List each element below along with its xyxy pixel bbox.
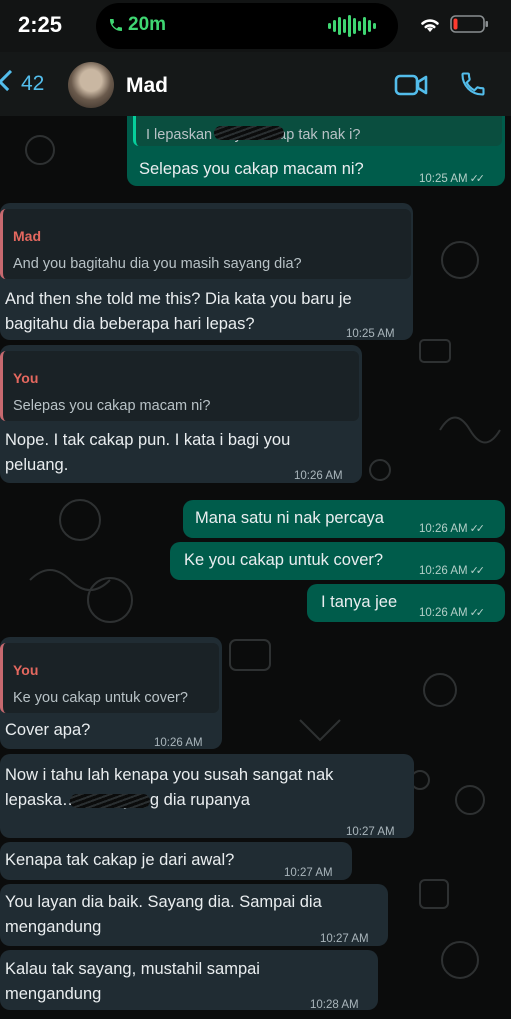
message-time: 10:26 AM ✓✓ — [419, 516, 486, 543]
message-time: 10:26 AM — [154, 737, 203, 749]
message-time: 10:25 AM — [346, 328, 395, 340]
message-text: Mana satu ni nak percaya — [195, 509, 384, 527]
contact-name[interactable]: Mad — [126, 74, 168, 98]
read-receipt-icon: ✓✓ — [469, 565, 486, 577]
message-incoming[interactable]: Mad And you bagitahu dia you masih sayan… — [0, 203, 413, 340]
phone-icon — [110, 19, 122, 31]
quote-author: Mad — [13, 228, 41, 244]
message-time: 10:27 AM — [320, 933, 369, 945]
status-bar: 2:25 20m — [0, 0, 511, 52]
message-incoming[interactable]: You layan dia baik. Sayang dia. Sampai d… — [0, 884, 388, 946]
message-time-value: 10:26 AM — [419, 523, 468, 535]
message-text-line: Kalau tak sayang, mustahil sampai — [5, 960, 260, 978]
message-text: Cover apa? — [5, 721, 91, 739]
quoted-message[interactable]: You Ke you cakap untuk cover? — [0, 643, 219, 713]
message-time-value: 10:25 AM — [419, 173, 468, 185]
quote-text: Selepas you cakap macam ni? — [13, 398, 211, 414]
read-receipt-icon: ✓✓ — [469, 607, 486, 619]
message-text: Selepas you cakap macam ni? — [139, 160, 364, 178]
quote-author: You — [13, 662, 39, 678]
status-time: 2:25 — [18, 12, 63, 37]
message-incoming[interactable]: Kalau tak sayang, mustahil sampai mengan… — [0, 950, 378, 1011]
chat-header: 42 Mad — [0, 52, 511, 116]
read-receipt-icon: ✓✓ — [469, 523, 486, 535]
message-time-value: 10:26 AM — [419, 565, 468, 577]
message-text-line: bagitahu dia beberapa hari lepas? — [5, 315, 255, 333]
quoted-message[interactable]: Mad And you bagitahu dia you masih sayan… — [0, 209, 411, 279]
unread-count: 42 — [21, 72, 45, 95]
ongoing-call-indicator[interactable]: 20m — [108, 14, 166, 36]
message-outgoing[interactable]: I tanya jee 10:26 AM ✓✓ — [307, 584, 505, 622]
message-time: 10:27 AM — [346, 826, 395, 838]
message-text-line: peluang. — [5, 456, 69, 474]
message-time-value: 10:26 AM — [419, 607, 468, 619]
redaction-scribble — [214, 126, 284, 140]
audio-waveform-icon — [328, 15, 376, 37]
message-text-line: You layan dia baik. Sayang dia. Sampai d… — [5, 893, 322, 911]
battery-icon — [450, 15, 488, 33]
contact-avatar[interactable] — [68, 62, 114, 108]
message-time: 10:26 AM — [294, 470, 343, 482]
message-text: Ke you cakap untuk cover? — [184, 551, 384, 569]
redaction-scribble — [70, 794, 150, 808]
back-button[interactable]: 42 — [0, 69, 45, 96]
chevron-left-icon — [0, 69, 20, 92]
call-duration: 20m — [128, 14, 167, 35]
message-text-line: Nope. I tak cakap pun. I kata i bagi you — [5, 431, 291, 449]
wifi-icon — [421, 19, 439, 32]
message-text-line: mengandung — [5, 985, 102, 1003]
message-time: 10:25 AM ✓✓ — [419, 166, 486, 193]
message-time: 10:27 AM — [284, 867, 333, 879]
message-outgoing[interactable]: Ke you cakap untuk cover? 10:26 AM ✓✓ — [170, 542, 505, 580]
video-call-icon[interactable] — [394, 72, 428, 98]
message-outgoing[interactable]: Mana satu ni nak percaya 10:26 AM ✓✓ — [183, 500, 505, 538]
message-time: 10:28 AM — [310, 999, 359, 1011]
message-text: I tanya jee — [321, 593, 398, 611]
message-time: 10:26 AM ✓✓ — [419, 558, 486, 585]
voice-call-icon[interactable] — [459, 70, 487, 98]
message-text-line: And then she told me this? Dia kata you … — [5, 290, 352, 308]
message-incoming[interactable]: You Ke you cakap untuk cover? Cover apa?… — [0, 637, 222, 749]
message-time: 10:26 AM ✓✓ — [419, 600, 486, 627]
read-receipt-icon: ✓✓ — [469, 173, 486, 185]
dynamic-island[interactable]: 20m — [96, 3, 398, 49]
message-text-line: mengandung — [5, 918, 102, 936]
message-text-line: Now i tahu lah kenapa you susah sangat n… — [5, 766, 334, 784]
message-text: Kenapa tak cakap je dari awal? — [5, 851, 235, 869]
message-incoming[interactable]: You Selepas you cakap macam ni? Nope. I … — [0, 345, 362, 483]
quote-author: You — [13, 370, 39, 386]
quoted-message[interactable]: You Selepas you cakap macam ni? — [0, 351, 359, 421]
message-incoming[interactable]: Now i tahu lah kenapa you susah sangat n… — [0, 754, 414, 838]
quote-text: Ke you cakap untuk cover? — [13, 690, 188, 706]
quote-text: And you bagitahu dia you masih sayang di… — [13, 256, 302, 272]
message-incoming[interactable]: Kenapa tak cakap je dari awal? 10:27 AM — [0, 842, 352, 880]
